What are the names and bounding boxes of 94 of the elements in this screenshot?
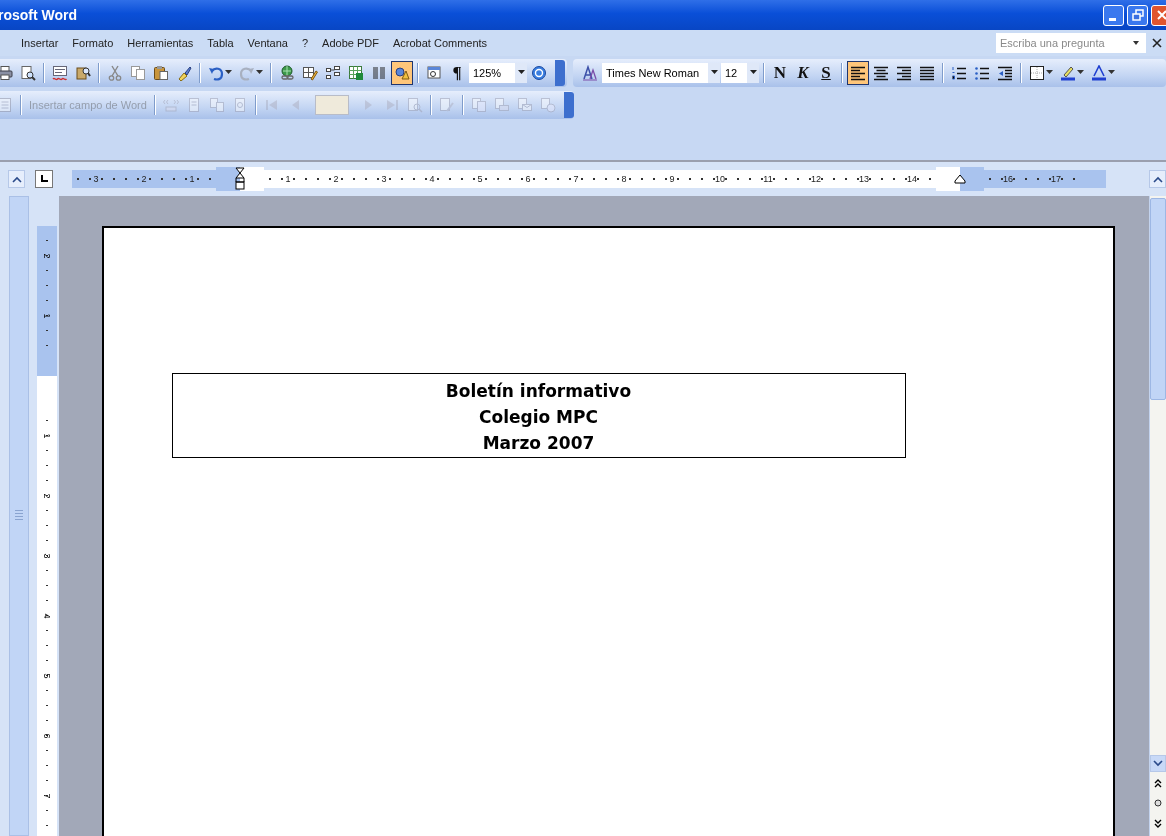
font-dropdown[interactable]: Times New Roman: [602, 62, 720, 83]
menu-item[interactable]: Insertar: [14, 35, 66, 51]
ruler-number: 4: [42, 613, 52, 619]
italic-button[interactable]: K: [792, 60, 814, 85]
shapes-button[interactable]: [391, 60, 413, 85]
page-pencil-icon: [438, 96, 455, 113]
close-button[interactable]: [1151, 4, 1166, 26]
font-size-dropdown[interactable]: 12: [721, 62, 759, 83]
find-record-icon: [406, 96, 423, 113]
help-question-field[interactable]: Escriba una pregunta: [996, 33, 1146, 53]
ruler-number: 7: [42, 793, 52, 799]
menu-item[interactable]: Formato: [65, 35, 121, 51]
scroll-up-button[interactable]: [8, 170, 25, 188]
merge-email-icon: [516, 96, 533, 113]
ruler-number: 5: [42, 673, 52, 679]
font-color-icon: [1091, 64, 1107, 81]
menu-item[interactable]: Adobe PDF: [315, 35, 386, 51]
menu-item[interactable]: Herramientas: [120, 35, 201, 51]
caret-icon: [1046, 70, 1053, 75]
numbered-list-icon: [951, 64, 967, 81]
caret-icon: [749, 70, 757, 75]
ruler-number: 1: [42, 433, 52, 439]
bold-button[interactable]: N: [769, 60, 791, 85]
caret-icon: [1132, 40, 1140, 46]
heading-line: Marzo 2007: [481, 432, 596, 455]
menu-item[interactable]: Tabla: [200, 35, 241, 51]
columns-icon: [371, 64, 387, 81]
document-map-icon: [426, 64, 442, 81]
heading-line: Colegio MPC: [478, 406, 599, 429]
double-down-arrow-icon: [1154, 818, 1162, 828]
scroll-down-button[interactable]: [1150, 755, 1166, 772]
print-preview-icon: [20, 64, 36, 81]
menu-item[interactable]: Ventana: [240, 35, 295, 51]
circle-icon: [1154, 799, 1162, 807]
highlighter-icon: [1060, 64, 1076, 81]
minimize-button[interactable]: [1103, 4, 1124, 26]
table-pencil-icon: [302, 64, 318, 81]
caret-icon: [256, 70, 263, 75]
book-magnifier-icon: [75, 64, 91, 81]
document-icon: [0, 96, 13, 113]
justify-icon: [919, 64, 935, 81]
right-indent-marker-icon[interactable]: [954, 174, 966, 184]
redo-arrow-icon: [239, 64, 255, 81]
heading-line: Boletín informativo: [444, 380, 633, 403]
align-center-icon: [873, 64, 889, 81]
menu-item[interactable]: Acrobat Comments: [385, 35, 495, 51]
align-right-icon: [896, 64, 912, 81]
border-icon: [1029, 64, 1045, 81]
merge-document-icon: [470, 96, 487, 113]
zoom-dropdown[interactable]: 125%: [469, 62, 527, 83]
align-left-icon: [850, 64, 866, 81]
ruler-number: 6: [42, 733, 52, 739]
scroll-thumb[interactable]: [1150, 198, 1166, 400]
restore-icon: [1131, 9, 1144, 21]
copy-icon: [130, 64, 146, 81]
left-tab-icon: [40, 175, 48, 183]
caret-icon: [1108, 70, 1115, 75]
styles-icon: [582, 64, 598, 81]
merge-printer-icon: [493, 96, 510, 113]
table-insert-icon: [325, 64, 341, 81]
minimize-icon: [1108, 17, 1116, 21]
ruler-number: 1: [42, 313, 52, 319]
bulleted-list-icon: [974, 64, 990, 81]
ruler-number: 2: [42, 493, 52, 499]
undo-arrow-icon: [208, 64, 224, 81]
shapes-icon: [394, 64, 410, 81]
spreadsheet-icon: [348, 64, 364, 81]
pages-icon: [208, 96, 225, 113]
tab-selector-button[interactable]: [35, 170, 53, 188]
printer-icon: [0, 64, 13, 81]
ruler-number: 3: [42, 553, 52, 559]
scissors-icon: [107, 64, 123, 81]
ruler-number: 2: [42, 253, 52, 259]
align-left-button[interactable]: [847, 60, 869, 85]
caret-icon: [225, 70, 232, 75]
underline-button[interactable]: S: [815, 60, 837, 85]
scroll-up-button[interactable]: [1149, 170, 1166, 188]
left-scrollbar[interactable]: [9, 196, 29, 836]
show-formatting-button[interactable]: ¶: [446, 60, 468, 85]
menu-item[interactable]: ?: [294, 35, 316, 51]
globe-link-icon: [279, 64, 295, 81]
double-up-arrow-icon: [1154, 778, 1162, 788]
close-document-icon[interactable]: [1152, 38, 1162, 48]
restore-button[interactable]: [1127, 4, 1148, 26]
caret-icon: [517, 70, 525, 75]
outdent-icon: [997, 64, 1013, 81]
spelling-icon: [52, 64, 68, 81]
caret-icon: [1077, 70, 1084, 75]
indent-marker-icon[interactable]: [235, 167, 245, 191]
toolbar-options-handle[interactable]: [555, 59, 565, 86]
close-icon: [1155, 9, 1166, 21]
clipboard-icon: [153, 64, 169, 81]
paintbrush-icon: [176, 64, 192, 81]
caret-icon: [710, 70, 718, 75]
